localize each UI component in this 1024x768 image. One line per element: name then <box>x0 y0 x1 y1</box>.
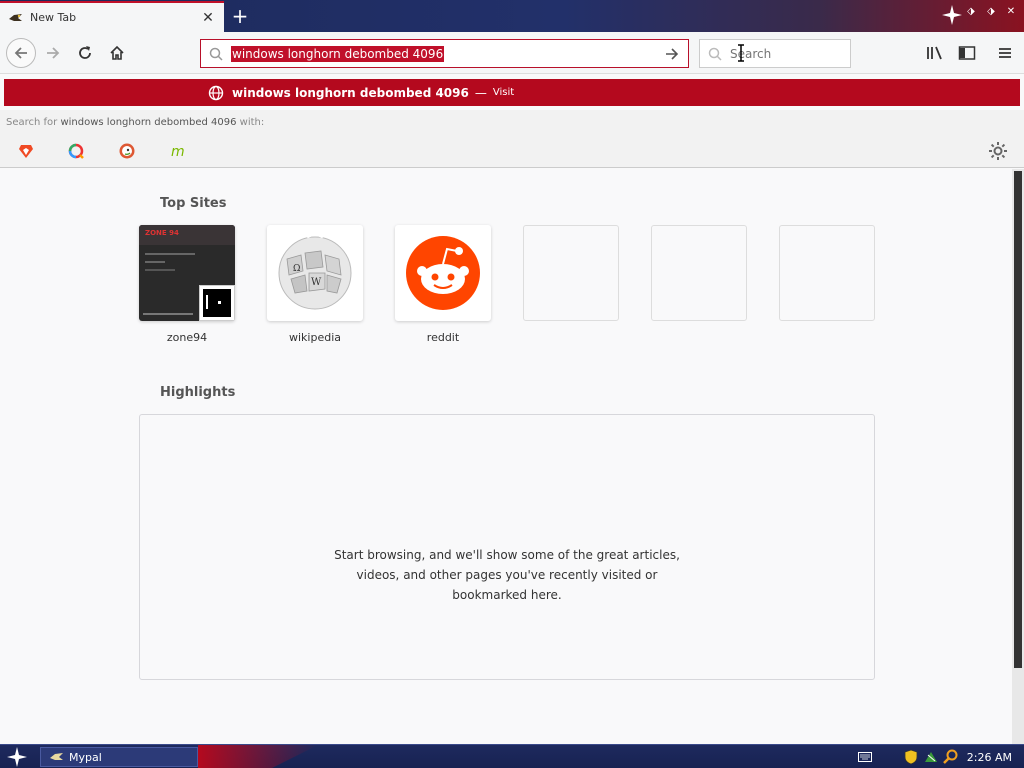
search-input[interactable] <box>730 46 840 61</box>
one-off-search-panel: Search for windows longhorn debombed 409… <box>0 110 1024 168</box>
highlights-title: Highlights <box>160 385 236 400</box>
highlights-empty-state: Start browsing, and we'll show some of t… <box>139 414 875 680</box>
search-settings-gear-icon[interactable] <box>988 141 1008 161</box>
start-button[interactable] <box>4 747 30 767</box>
taskbar: Mypal 2:26 AM <box>0 744 1024 768</box>
close-window-icon[interactable]: ✕ <box>1004 4 1018 18</box>
suggestion-dash: — <box>474 85 487 100</box>
sidebar-button[interactable] <box>954 40 980 66</box>
zone94-favicon-icon <box>199 285 235 321</box>
svg-text:m: m <box>171 144 185 159</box>
mojeek-search-icon[interactable]: m <box>170 142 188 160</box>
top-site-placeholder <box>651 225 747 321</box>
top-site-tile-reddit[interactable] <box>395 225 491 321</box>
mypal-icon <box>50 753 63 760</box>
top-site-tile-zone94[interactable]: ZONE 94 <box>139 225 235 321</box>
library-icon <box>927 46 942 60</box>
top-site-label: zone94 <box>166 331 208 344</box>
tab-new-tab[interactable]: New Tab ✕ <box>0 1 224 32</box>
search-tray-icon[interactable] <box>942 749 959 765</box>
forward-button[interactable] <box>40 40 66 66</box>
menu-button[interactable] <box>992 40 1018 66</box>
minimize-icon[interactable]: ⬗ <box>964 4 978 18</box>
top-site-tile-wikipedia[interactable]: W Ω <box>267 225 363 321</box>
network-icon[interactable] <box>923 749 939 765</box>
wikipedia-globe-icon: W Ω <box>278 231 352 310</box>
sidebar-icon <box>958 46 976 60</box>
hint-query: windows longhorn debombed 4096 <box>60 117 237 128</box>
reddit-icon <box>406 236 480 310</box>
go-button[interactable] <box>664 46 680 62</box>
tab-title: New Tab <box>30 11 77 24</box>
scrollbar-thumb[interactable] <box>1014 171 1022 668</box>
security-shield-icon[interactable] <box>903 749 919 765</box>
library-button[interactable] <box>922 40 948 66</box>
text-cursor-icon <box>737 44 745 62</box>
reload-icon <box>79 46 91 59</box>
navigation-toolbar: windows longhorn debombed 4096 <box>0 32 1024 74</box>
suggestion-action: Visit <box>492 87 515 98</box>
maximize-icon[interactable]: ⬗ <box>984 4 998 18</box>
new-tab-button[interactable]: + <box>228 4 252 28</box>
keyboard-icon[interactable] <box>857 749 873 765</box>
search-icon <box>708 47 722 61</box>
url-suggestion-row[interactable]: windows longhorn debombed 4096 — Visit <box>4 79 1020 106</box>
back-button[interactable] <box>6 38 36 68</box>
tab-strip: New Tab ✕ + ⬗ ⬗ ✕ <box>0 0 1024 32</box>
top-site-placeholder <box>779 225 875 321</box>
globe-icon <box>208 85 224 100</box>
qwant-search-icon[interactable] <box>67 142 85 160</box>
highlights-empty-message: Start browsing, and we'll show some of t… <box>334 548 680 602</box>
system-tray: 2:26 AM <box>853 745 1024 768</box>
new-tab-page: Top Sites ZONE 94 zone94 W Ω wikipedia r… <box>0 169 1012 744</box>
duckduckgo-search-icon[interactable] <box>118 142 136 160</box>
taskbar-window-mypal[interactable]: Mypal <box>40 747 198 767</box>
top-site-label: reddit <box>426 331 460 344</box>
search-bar[interactable] <box>699 39 851 68</box>
suggestion-text: windows longhorn debombed 4096 <box>232 85 469 100</box>
svg-text:W: W <box>311 277 322 288</box>
taskbar-window-label: Mypal <box>69 750 102 764</box>
mypal-icon <box>8 10 24 26</box>
search-icon <box>209 47 223 61</box>
hamburger-menu-icon <box>999 48 1011 58</box>
arrow-left-icon <box>14 47 27 59</box>
reload-button[interactable] <box>72 40 98 66</box>
top-sites-title: Top Sites <box>160 196 227 211</box>
top-site-label: wikipedia <box>288 331 341 344</box>
hint-suffix: with: <box>236 117 265 128</box>
svg-text:Ω: Ω <box>293 264 300 274</box>
brave-search-icon[interactable] <box>17 142 35 160</box>
close-tab-icon[interactable]: ✕ <box>200 10 216 26</box>
window-controls: ⬗ ⬗ ✕ <box>964 4 1018 18</box>
url-bar[interactable]: windows longhorn debombed 4096 <box>200 39 689 68</box>
home-button[interactable] <box>104 40 130 66</box>
arrow-right-icon <box>666 47 679 60</box>
taskbar-clock: 2:26 AM <box>966 750 1012 764</box>
home-icon <box>110 45 124 60</box>
screenshot-title: ZONE 94 <box>145 229 179 237</box>
taskbar-decoration <box>198 745 318 768</box>
url-input-value[interactable]: windows longhorn debombed 4096 <box>231 45 445 62</box>
search-with-hint: Search for windows longhorn debombed 409… <box>6 117 264 128</box>
top-site-placeholder <box>523 225 619 321</box>
arrow-right-icon <box>47 47 60 59</box>
star-logo-icon <box>942 5 962 25</box>
star-start-icon <box>7 747 27 767</box>
hint-prefix: Search for <box>6 117 61 128</box>
